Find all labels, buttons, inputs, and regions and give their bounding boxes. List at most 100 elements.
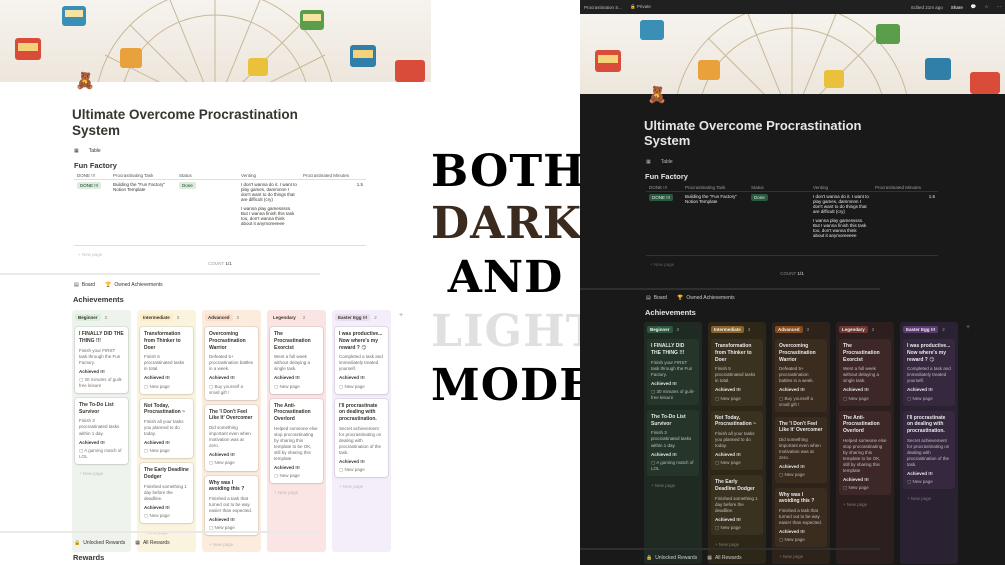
card-linked-reward[interactable]: ▢ New page [339, 467, 384, 473]
tab-all-rewards[interactable]: ▦ All Rewards [135, 540, 169, 546]
achievement-card[interactable]: The Early Deadline Dodger Finished someth… [711, 475, 763, 536]
col-task-dark[interactable]: Procrastinating Task [682, 183, 748, 192]
tab-board[interactable]: ▤ Board [74, 282, 95, 288]
dark-tab-title[interactable]: Procrastination S... [584, 5, 622, 10]
card-linked-reward[interactable]: ▢ New page [274, 473, 319, 479]
table-row-dark[interactable]: DONE !!! Building the "Fun Factory" Noti… [646, 192, 938, 256]
achievement-card[interactable]: Why was I avoiding this ? Finished a task… [205, 475, 258, 536]
card-linked-reward[interactable]: ▢ New page [843, 396, 887, 402]
achievement-card[interactable]: The Early Deadline Dodger Finished someth… [140, 463, 193, 524]
column-new-page-button[interactable]: + New page [903, 494, 955, 503]
column-new-page-button[interactable]: + New page [205, 540, 258, 549]
group-tag[interactable]: Advanced [775, 326, 803, 333]
add-group-button[interactable]: + [964, 322, 972, 564]
achievement-card[interactable]: The To-Do List Survivor Finish 3 procrast… [75, 397, 128, 464]
column-new-page-button[interactable]: + New page [335, 482, 388, 491]
card-linked-reward[interactable]: ▢ New page [907, 479, 951, 485]
card-linked-reward[interactable]: ▢ New page [144, 513, 189, 519]
col-minutes[interactable]: Procrastinated Minutes [300, 171, 366, 180]
group-tag[interactable]: Advanced [205, 314, 233, 321]
table-view-tab[interactable]: ▦ Table [74, 148, 101, 154]
achievement-card[interactable]: The Anti-Procrastination Overlord Helped … [839, 410, 891, 496]
achievement-card[interactable]: I was productive... Now where's my rewar… [903, 339, 955, 406]
achievement-card[interactable]: Why was I avoiding this ? Finished a task… [775, 487, 827, 548]
new-page-button-dark[interactable]: + New page [646, 260, 938, 269]
card-linked-reward[interactable]: ▢ New page [779, 537, 823, 543]
column-new-page-button[interactable]: + New page [775, 552, 827, 561]
achievement-card[interactable]: The Procrastination Exorcist Went a full … [270, 327, 323, 394]
achievement-card[interactable]: I FINALLY DID THE THING !!! Finish your F… [647, 339, 699, 405]
achievement-card[interactable]: I'll procrastinate on dealing with procr… [335, 398, 388, 478]
achievement-card[interactable]: The Anti-Procrastination Overlord Helped … [270, 398, 323, 484]
column-new-page-button[interactable]: + New page [647, 481, 699, 490]
col-status-dark[interactable]: Status [748, 183, 810, 192]
card-linked-reward[interactable]: ▢ New page [209, 460, 254, 466]
comment-icon[interactable]: 💬 [971, 4, 977, 10]
group-tag[interactable]: Intermediate [140, 314, 173, 321]
achievement-card[interactable]: Overcoming Procrastination Warrior Defeat… [775, 339, 827, 412]
card-linked-reward[interactable]: ▢ A gaming match of LOL [651, 460, 695, 472]
privacy-label[interactable]: 🔒 Private [630, 4, 651, 10]
card-linked-reward[interactable]: ▢ New page [274, 384, 319, 390]
task-cell-dark[interactable]: Building the "Fun Factory" Notion Templa… [682, 192, 748, 255]
card-linked-reward[interactable]: ▢ 30 minutes of guilt-free leisure [79, 377, 124, 389]
card-linked-reward[interactable]: ▢ New page [715, 396, 759, 402]
group-tag[interactable]: Beginner [75, 314, 101, 321]
group-tag[interactable]: Easter Egg !!! [335, 314, 371, 321]
column-new-page-button[interactable]: + New page [270, 488, 323, 497]
tab-all-rewards-dark[interactable]: ▦ All Rewards [707, 555, 741, 561]
col-minutes-dark[interactable]: Procrastinated Minutes [872, 183, 938, 192]
achievement-card[interactable]: Transformation from Thinker to Doer Finis… [711, 339, 763, 406]
group-tag[interactable]: Legendary [270, 314, 299, 321]
tab-owned-dark[interactable]: 🏆 Owned Achievements [677, 295, 735, 301]
card-linked-reward[interactable]: ▢ Buy yourself a small gift ! [779, 396, 823, 408]
card-linked-reward[interactable]: ▢ Buy yourself a small gift ! [209, 384, 254, 396]
achievement-card[interactable]: Overcoming Procrastination Warrior Defeat… [205, 327, 258, 400]
group-tag[interactable]: Legendary [839, 326, 868, 333]
table-view-tab-dark[interactable]: ▦ Table [646, 159, 673, 165]
achievement-card[interactable]: The 'I Don't Feel Like It' Overcomer Did … [205, 404, 258, 471]
achievement-card[interactable]: Not Today, Procrastination ~ Finish all y… [140, 398, 193, 459]
column-new-page-button[interactable]: + New page [839, 500, 891, 509]
tab-owned[interactable]: 🏆 Owned Achievements [105, 282, 163, 288]
col-status[interactable]: Status [176, 171, 238, 180]
card-linked-reward[interactable]: ▢ New page [715, 460, 759, 466]
star-icon[interactable]: ☆ [984, 4, 988, 10]
achievement-card[interactable]: The To-Do List Survivor Finish 3 procrast… [647, 409, 699, 476]
group-tag[interactable]: Intermediate [711, 326, 744, 333]
group-tag[interactable]: Beginner [647, 326, 673, 333]
card-linked-reward[interactable]: ▢ New page [779, 472, 823, 478]
venting-cell[interactable]: I don't wanna do it. I want to play game… [238, 180, 300, 245]
group-tag[interactable]: Easter Egg !!! [903, 326, 939, 333]
tab-board-dark[interactable]: ▤ Board [646, 295, 667, 301]
tab-unlocked-rewards[interactable]: 🔒 Unlocked Rewards [74, 540, 125, 546]
table-row[interactable]: DONE !!! Building the "Fun Factory" Noti… [74, 180, 366, 246]
card-linked-reward[interactable]: ▢ New page [339, 384, 384, 390]
tab-unlocked-rewards-dark[interactable]: 🔒 Unlocked Rewards [646, 555, 697, 561]
achievement-card[interactable]: I FINALLY DID THE THING !!! Finish your F… [75, 327, 128, 393]
card-linked-reward[interactable]: ▢ New page [144, 448, 189, 454]
new-page-button[interactable]: + New page [74, 250, 366, 259]
more-icon[interactable]: ⋯ [997, 4, 1002, 10]
col-venting[interactable]: Venting [238, 171, 300, 180]
achievement-card[interactable]: Not Today, Procrastination ~ Finish all y… [711, 410, 763, 471]
col-venting-dark[interactable]: Venting [810, 183, 872, 192]
column-new-page-button[interactable]: + New page [75, 469, 128, 478]
task-cell[interactable]: Building the "Fun Factory" Notion Templa… [110, 180, 176, 245]
col-task[interactable]: Procrastinating Task [110, 171, 176, 180]
col-done-dark[interactable]: DONE !!! [646, 183, 682, 192]
card-linked-reward[interactable]: ▢ 30 minutes of guilt-free leisure [651, 389, 695, 401]
card-linked-reward[interactable]: ▢ New page [144, 384, 189, 390]
card-linked-reward[interactable]: ▢ New page [843, 485, 887, 491]
venting-cell-dark[interactable]: I don't wanna do it. I want to play game… [810, 192, 872, 255]
card-linked-reward[interactable]: ▢ New page [715, 525, 759, 531]
achievement-card[interactable]: I was productive... Now where's my rewar… [335, 327, 388, 394]
achievement-card[interactable]: Transformation from Thinker to Doer Finis… [140, 327, 193, 394]
achievement-card[interactable]: I'll procrastinate on dealing with procr… [903, 410, 955, 490]
share-button[interactable]: Share [951, 5, 963, 10]
card-linked-reward[interactable]: ▢ A gaming match of LOL [79, 448, 124, 460]
add-group-button[interactable]: + [397, 310, 405, 552]
card-linked-reward[interactable]: ▢ New page [907, 396, 951, 402]
achievement-card[interactable]: The 'I Don't Feel Like It' Overcomer Did … [775, 416, 827, 483]
col-done[interactable]: DONE !!! [74, 171, 110, 180]
